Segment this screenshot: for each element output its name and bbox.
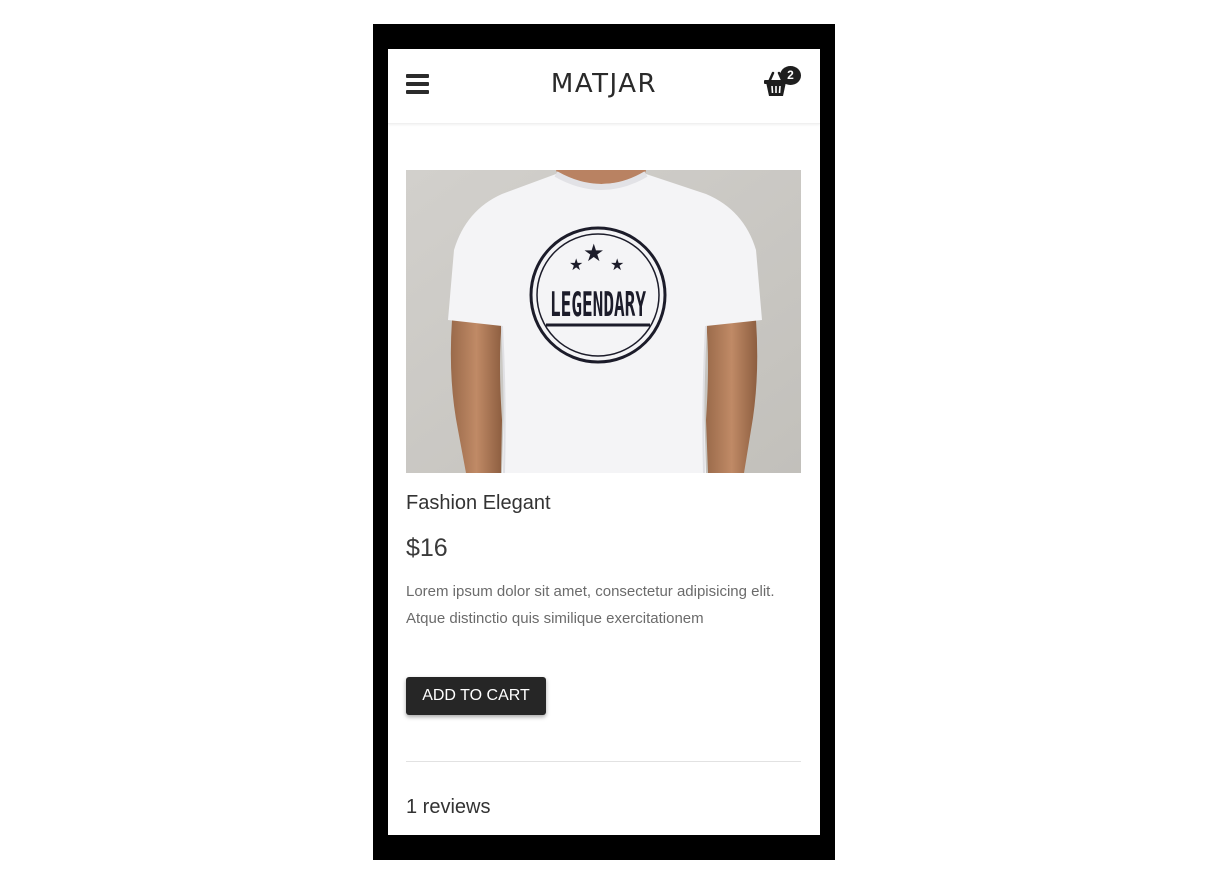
brand-logo[interactable]: MATJAR	[388, 69, 820, 99]
product-description: Lorem ipsum dolor sit amet, consectetur …	[406, 583, 775, 627]
product-title: Fashion Elegant	[406, 492, 551, 514]
cart-count-badge: 2	[780, 66, 801, 85]
app-screen: MATJAR 2 ★ ★ ★ LEGENDARY Fashion Elegant…	[388, 49, 820, 835]
product-price: $16	[406, 534, 448, 562]
reviews-count[interactable]: 1 reviews	[406, 796, 490, 819]
product-image[interactable]: ★ ★ ★ LEGENDARY	[406, 170, 801, 473]
svg-text:★: ★	[569, 255, 583, 274]
tshirt-illustration: ★ ★ ★ LEGENDARY	[406, 170, 801, 473]
phone-frame: MATJAR 2 ★ ★ ★ LEGENDARY Fashion Elegant…	[373, 24, 835, 860]
cart-button[interactable]: 2	[760, 66, 804, 102]
add-to-cart-button[interactable]: ADD TO CART	[406, 677, 546, 715]
tshirt-print-text: LEGENDARY	[550, 285, 646, 325]
section-divider	[406, 761, 801, 762]
svg-text:★: ★	[610, 255, 624, 274]
svg-text:★: ★	[583, 239, 605, 267]
app-header: MATJAR 2	[388, 49, 820, 124]
